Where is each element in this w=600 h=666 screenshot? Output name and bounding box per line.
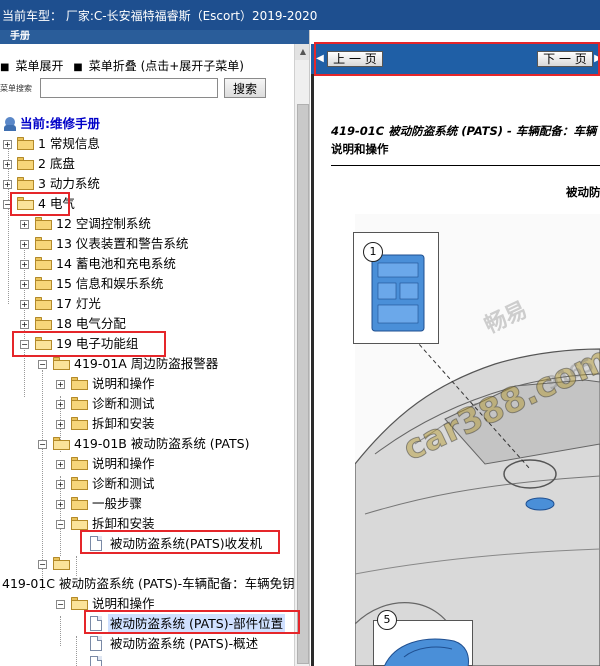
manual-tree: 当前:维修手册 + 1 常规信息 + 2 底盘 + 3 动力系统 − 4 电气 …: [0, 108, 300, 666]
document-code: 419-01C: [331, 124, 385, 138]
menu-expand-button[interactable]: 菜单展开: [15, 59, 63, 73]
search-button[interactable]: 搜索: [224, 78, 266, 98]
document-page-icon: [90, 636, 102, 651]
tree-item-label[interactable]: 被动防盗系统 (PATS)-概述: [110, 634, 258, 654]
collapse-minus-icon[interactable]: −: [38, 560, 47, 569]
expand-plus-icon[interactable]: +: [56, 460, 65, 469]
tree-item-label[interactable]: 3 动力系统: [38, 174, 100, 194]
expand-plus-icon[interactable]: +: [56, 480, 65, 489]
folder-icon: [35, 217, 52, 230]
expand-plus-icon[interactable]: +: [56, 420, 65, 429]
folder-icon: [17, 157, 34, 170]
tree-item-label[interactable]: 拆卸和安装: [92, 414, 155, 434]
expand-plus-icon[interactable]: +: [20, 240, 29, 249]
menu-search-input[interactable]: [40, 78, 218, 98]
document-page-icon: [90, 656, 102, 666]
expand-plus-icon[interactable]: +: [56, 380, 65, 389]
tree-item-label[interactable]: 419-01B 被动防盗系统 (PATS): [74, 434, 249, 454]
collapse-minus-icon[interactable]: −: [38, 440, 47, 449]
tree-item-label[interactable]: 说明和操作: [92, 454, 155, 474]
expand-plus-icon[interactable]: +: [20, 300, 29, 309]
tree-item-label[interactable]: 一般步骤: [92, 494, 142, 514]
menu-toggle-row: ■ 菜单展开 ■ 菜单折叠 (点击+展开子菜单): [0, 57, 244, 75]
document-viewer-pane: ◀ 上 一 页 下 一 页 ▶ 419-01C 被动防盗系统 (PATS) - …: [311, 30, 600, 666]
left-pane-header: 手册: [0, 30, 309, 44]
collapse-minus-icon[interactable]: −: [56, 600, 65, 609]
left-pane-header-text: 手册: [10, 31, 30, 42]
tree-item-label[interactable]: 419-01A 周边防盗报警器: [74, 354, 218, 374]
document-title-line2: 说明和操作: [331, 142, 389, 156]
folder-icon: [71, 417, 88, 430]
expand-plus-icon[interactable]: +: [56, 400, 65, 409]
folder-icon: [35, 257, 52, 270]
document-divider: [331, 165, 600, 166]
tree-item-label[interactable]: 17 灯光: [56, 294, 101, 314]
tree-item-label[interactable]: 2 底盘: [38, 154, 75, 174]
document-title-line1: 被动防盗系统 (PATS) - 车辆配备：车辆: [384, 124, 597, 138]
highlight-box-electronic-feature-group: [12, 331, 166, 357]
open-folder-icon: [53, 357, 70, 370]
menu-collapse-button[interactable]: 菜单折叠 (点击+展开子菜单): [89, 59, 244, 73]
document-frame-border: [311, 74, 314, 666]
top-bar: 当前车型： 厂家:C-长安福特福睿斯（Escort）2019-2020: [0, 0, 600, 30]
left-navigation-pane: 手册 ■ 菜单展开 ■ 菜单折叠 (点击+展开子菜单) 菜单搜索 搜索 ▲ 当前:维…: [0, 30, 310, 666]
left-scrollbar[interactable]: ▲: [294, 44, 309, 666]
highlight-box-electrical: [10, 192, 70, 216]
tree-item-label[interactable]: 诊断和测试: [92, 474, 155, 494]
tree-root-label[interactable]: 当前:维修手册: [20, 114, 100, 134]
tree-item-label[interactable]: 14 蓄电池和充电系统: [56, 254, 176, 274]
highlight-box-pats-transceiver: [80, 530, 280, 554]
open-folder-icon: [71, 517, 88, 530]
expand-plus-icon[interactable]: +: [3, 140, 12, 149]
highlight-box-pats-component-location: [84, 610, 300, 634]
tree-item-label[interactable]: 13 仪表装置和警告系统: [56, 234, 188, 254]
folder-icon: [35, 277, 52, 290]
collapse-minus-icon[interactable]: −: [38, 360, 47, 369]
document-section-heading: 被动防: [566, 185, 600, 199]
tree-item-label[interactable]: 诊断和测试: [92, 394, 155, 414]
callout-number-5: 5: [377, 610, 397, 630]
folder-icon: [17, 177, 34, 190]
collapse-minus-icon[interactable]: −: [56, 520, 65, 529]
scroll-thumb[interactable]: [297, 104, 309, 664]
menu-search-label: 菜单搜索: [0, 84, 32, 93]
open-folder-icon: [53, 557, 70, 570]
highlight-box-page-navigation: [314, 42, 600, 76]
square-bullet-icon: ■: [0, 62, 10, 73]
folder-icon: [35, 297, 52, 310]
expand-plus-icon[interactable]: +: [3, 160, 12, 169]
square-bullet-icon: ■: [73, 62, 83, 73]
tree-item-label[interactable]: 419-01C 被动防盗系统 (PATS)-车辆配备：车辆免钥: [2, 574, 295, 594]
manual-root-icon: [4, 117, 16, 131]
folder-icon: [71, 457, 88, 470]
folder-icon: [35, 317, 52, 330]
expand-plus-icon[interactable]: +: [20, 280, 29, 289]
folder-icon: [71, 477, 88, 490]
folder-icon: [71, 397, 88, 410]
folder-icon: [71, 497, 88, 510]
tree-item-label[interactable]: 说明和操作: [92, 374, 155, 394]
document-title: 419-01C 被动防盗系统 (PATS) - 车辆配备：车辆 说明和操作: [331, 122, 600, 158]
tree-item-label[interactable]: 1 常规信息: [38, 134, 100, 154]
callout-number-1: 1: [363, 242, 383, 262]
tree-item-label[interactable]: 12 空调控制系统: [56, 214, 151, 234]
open-folder-icon: [71, 597, 88, 610]
scroll-up-arrow-icon[interactable]: ▲: [295, 44, 309, 60]
folder-icon: [17, 137, 34, 150]
folder-icon: [35, 237, 52, 250]
tree-item-label[interactable]: 15 信息和娱乐系统: [56, 274, 163, 294]
expand-plus-icon[interactable]: +: [3, 180, 12, 189]
open-folder-icon: [53, 437, 70, 450]
expand-plus-icon[interactable]: +: [20, 320, 29, 329]
expand-plus-icon[interactable]: +: [20, 260, 29, 269]
folder-icon: [71, 377, 88, 390]
component-location-figure: 1 5 畅易 car388.com 9165: [353, 214, 600, 666]
current-vehicle-label: 当前车型： 厂家:C-长安福特福睿斯（Escort）2019-2020: [2, 9, 318, 23]
expand-plus-icon[interactable]: +: [20, 220, 29, 229]
expand-plus-icon[interactable]: +: [56, 500, 65, 509]
